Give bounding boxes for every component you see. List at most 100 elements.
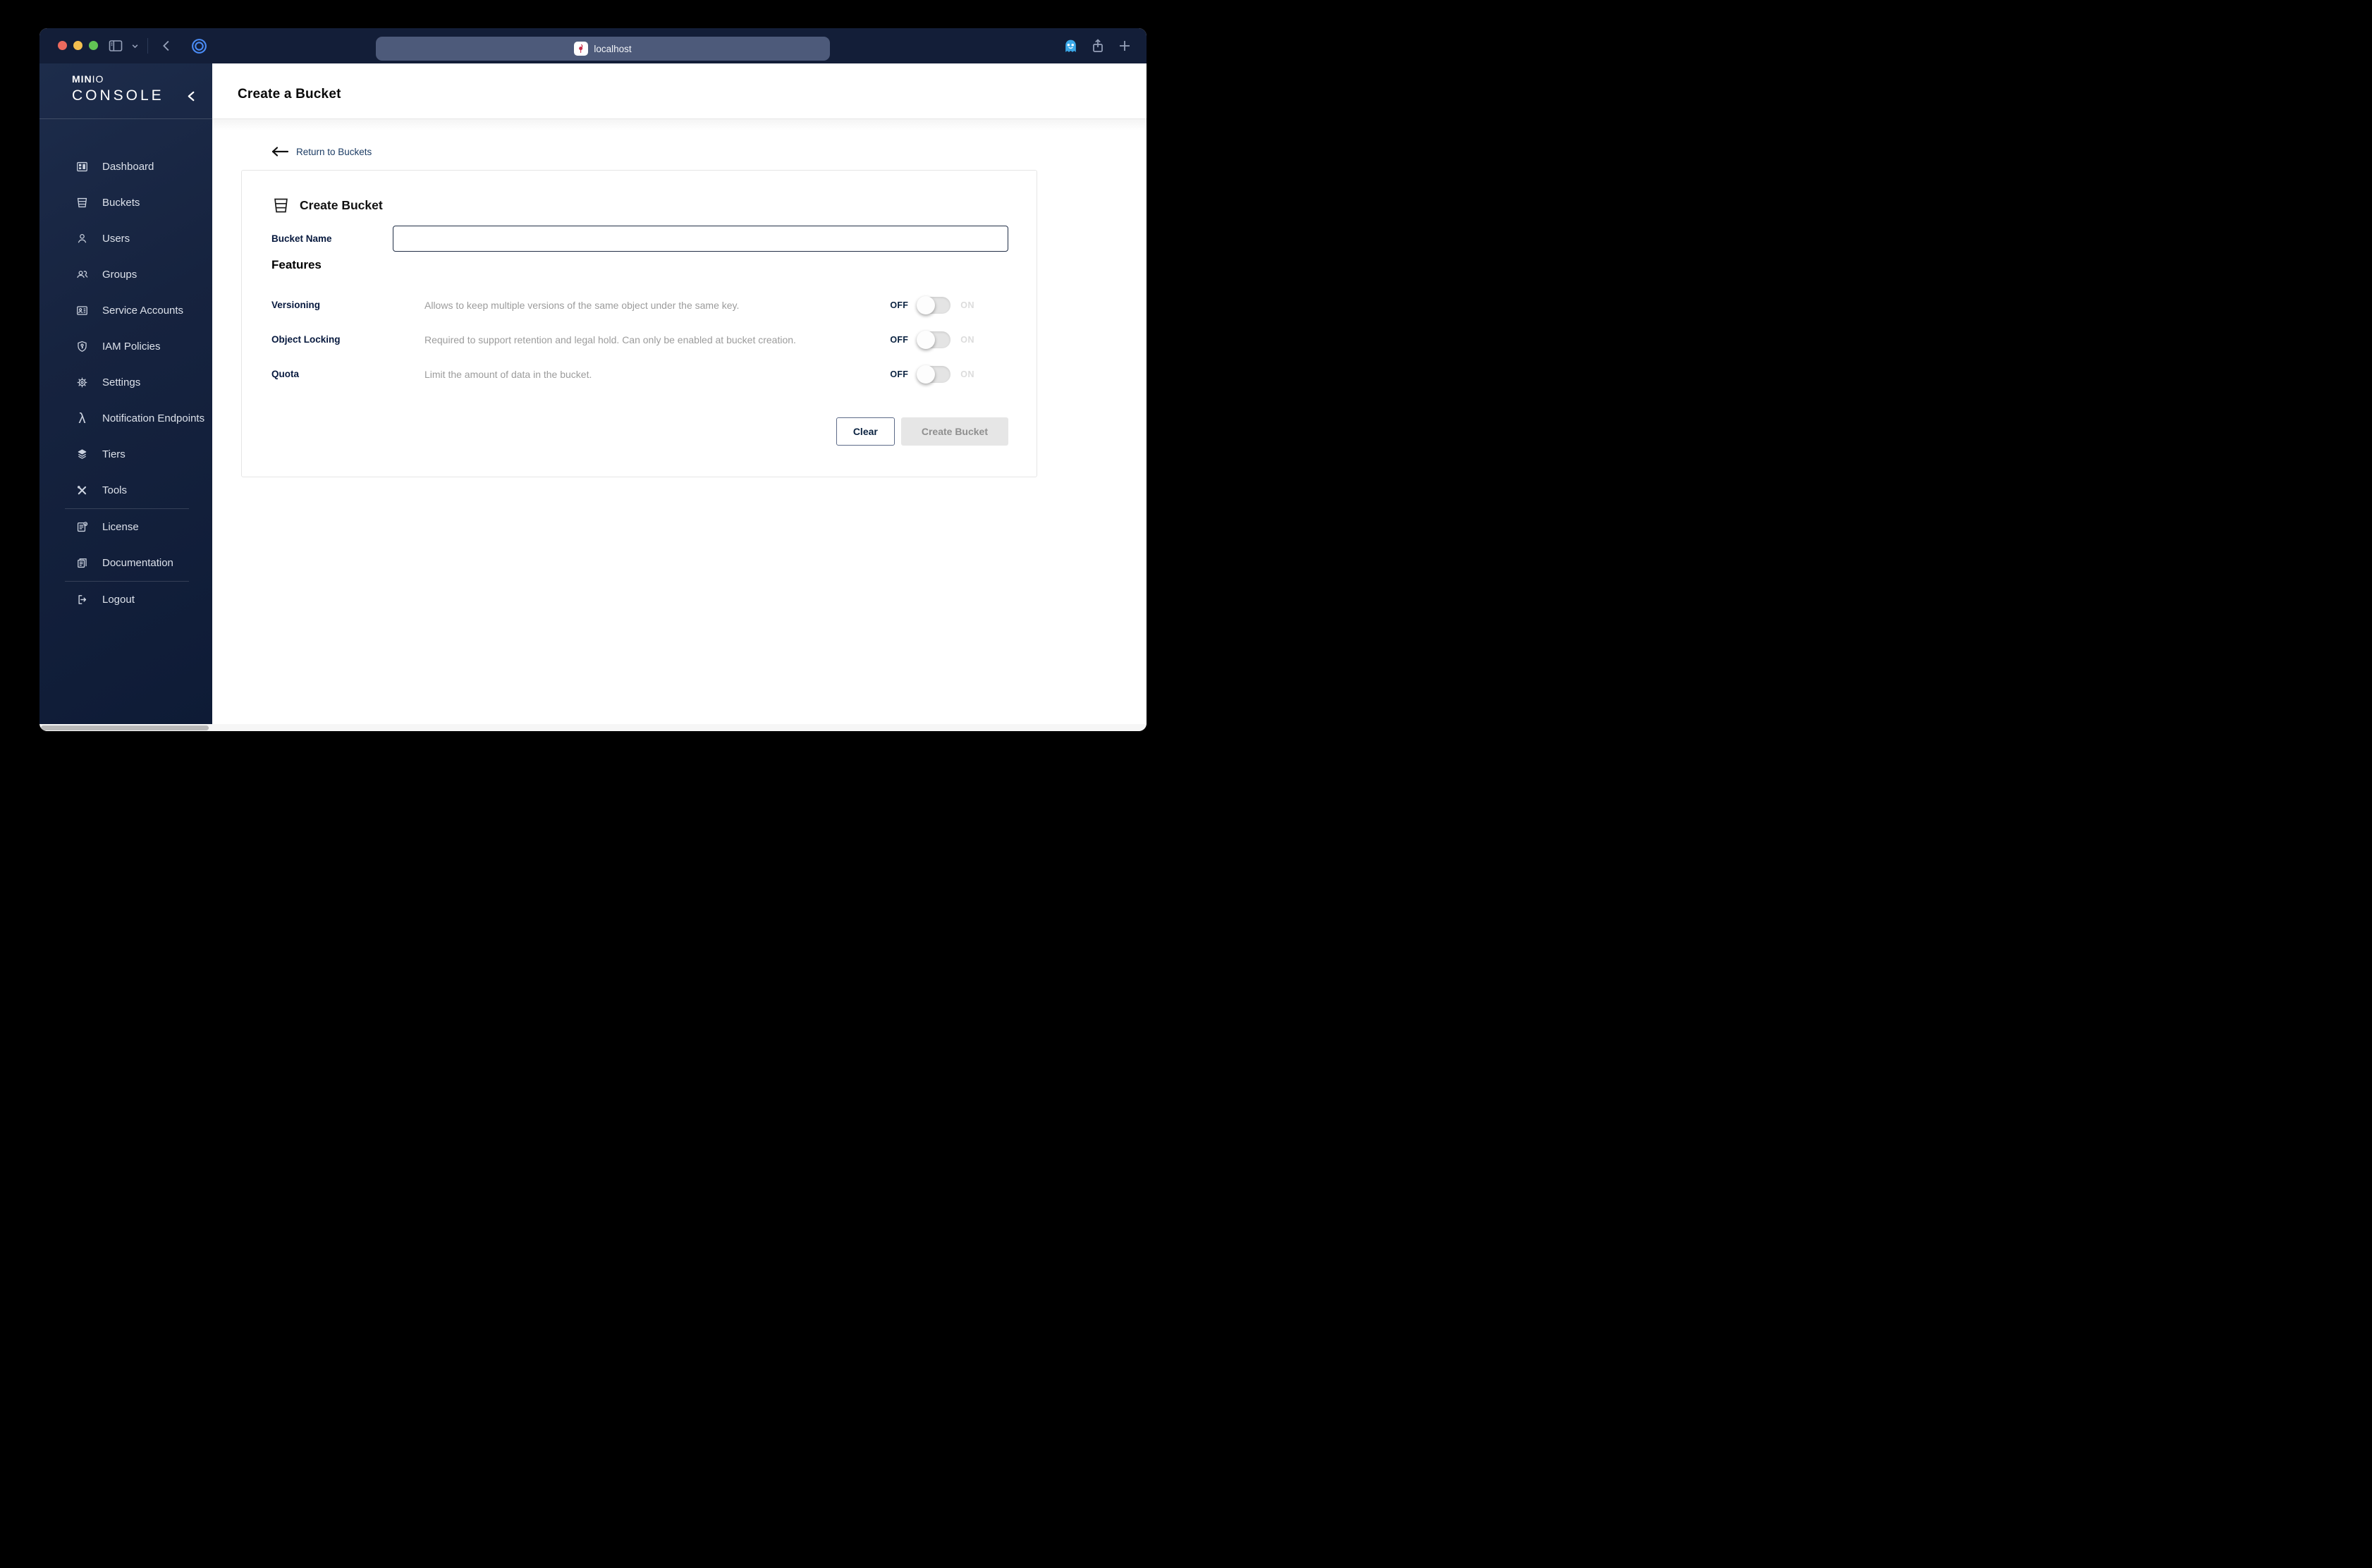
feature-description: Required to support retention and legal … <box>424 333 796 345</box>
dashboard-icon <box>75 160 89 173</box>
layers-icon <box>75 448 89 461</box>
toggle-on-label: ON <box>960 369 974 379</box>
address-text: localhost <box>594 43 632 54</box>
header-shadow <box>212 119 1147 130</box>
desktop-background: localhost MINIO CONSOLE Dashboard Bucket… <box>0 0 1186 784</box>
sidebar-item-label: Users <box>102 233 130 245</box>
sidebar-item-label: Dashboard <box>102 161 154 173</box>
license-icon <box>75 520 89 534</box>
sidebar: MINIO CONSOLE Dashboard Buckets Users Gr… <box>39 63 212 724</box>
feature-description: Allows to keep multiple versions of the … <box>424 299 740 311</box>
sidebar-item-label: Settings <box>102 376 141 388</box>
object-locking-toggle-switch[interactable] <box>917 330 951 349</box>
tab-overview-chevron-icon[interactable] <box>130 41 140 51</box>
main-area: Create a Bucket Return to Buckets Create <box>212 63 1147 724</box>
sidebar-item-users[interactable]: Users <box>39 221 212 257</box>
user-icon <box>75 232 89 245</box>
bucket-name-row: Bucket Name <box>271 226 1008 252</box>
quota-toggle-switch[interactable] <box>917 365 951 384</box>
sidebar-item-label: Tools <box>102 484 128 496</box>
sidebar-item-notification-endpoints[interactable]: λ Notification Endpoints <box>39 400 212 436</box>
page-header: Create a Bucket <box>212 63 1147 119</box>
feature-label: Versioning <box>271 300 321 310</box>
sidebar-item-logout[interactable]: Logout <box>39 582 212 618</box>
bucket-icon <box>75 196 89 209</box>
features-heading: Features <box>271 258 322 271</box>
toggle-knob <box>917 365 936 384</box>
window-controls <box>58 41 98 50</box>
bucket-name-input[interactable] <box>393 226 1008 252</box>
sidebar-item-label: IAM Policies <box>102 341 161 353</box>
minimize-window-button[interactable] <box>73 41 82 50</box>
sidebar-item-tools[interactable]: Tools <box>39 472 212 508</box>
card-title: Create Bucket <box>300 198 383 212</box>
share-icon[interactable] <box>1090 38 1106 54</box>
shield-key-icon <box>75 340 89 353</box>
site-favicon-minio <box>574 42 589 56</box>
toggle-knob <box>917 295 936 314</box>
sidebar-collapse-icon[interactable] <box>186 90 197 106</box>
sidebar-item-license[interactable]: License <box>39 509 212 545</box>
feature-row-object-locking: Object Locking Required to support reten… <box>271 322 1008 357</box>
sidebar-item-documentation[interactable]: Documentation <box>39 545 212 581</box>
object-locking-toggle: OFF ON <box>890 330 974 349</box>
sidebar-item-label: Buckets <box>102 197 140 209</box>
logo-brand-light: IO <box>92 73 104 85</box>
toggle-off-label: OFF <box>890 369 909 379</box>
sidebar-item-buckets[interactable]: Buckets <box>39 185 212 221</box>
group-icon <box>75 268 89 281</box>
gear-icon <box>75 376 89 389</box>
sidebar-item-service-accounts[interactable]: Service Accounts <box>39 293 212 329</box>
sidebar-item-label: Notification Endpoints <box>102 412 205 424</box>
create-bucket-card: Create Bucket Bucket Name Features Versi… <box>241 170 1037 477</box>
feature-label: Quota <box>271 369 299 379</box>
logo-brand-bold: MIN <box>72 73 92 85</box>
new-tab-icon[interactable] <box>1117 38 1132 54</box>
toolbar-divider <box>147 38 148 54</box>
return-to-buckets-link[interactable]: Return to Buckets <box>271 146 372 157</box>
sidebar-item-dashboard[interactable]: Dashboard <box>39 149 212 185</box>
clear-button[interactable]: Clear <box>836 417 895 446</box>
sidebar-item-label: License <box>102 521 139 533</box>
back-link-label: Return to Buckets <box>296 146 372 157</box>
sidebar-item-label: Documentation <box>102 557 173 569</box>
tools-icon <box>75 484 89 497</box>
back-arrow-icon <box>271 147 289 157</box>
sidebar-item-label: Tiers <box>102 448 126 460</box>
page-title: Create a Bucket <box>238 87 341 102</box>
sidebar-item-tiers[interactable]: Tiers <box>39 436 212 472</box>
onepassword-extension-icon[interactable] <box>190 37 208 55</box>
service-account-icon <box>75 304 89 317</box>
toggle-off-label: OFF <box>890 334 909 345</box>
create-bucket-button[interactable]: Create Bucket <box>900 417 1008 446</box>
bucket-name-label: Bucket Name <box>271 233 332 244</box>
ghostery-extension-icon[interactable] <box>1063 38 1079 54</box>
feature-description: Limit the amount of data in the bucket. <box>424 368 592 380</box>
horizontal-scrollbar-track <box>39 724 1147 731</box>
feature-row-quota: Quota Limit the amount of data in the bu… <box>271 357 1008 391</box>
sidebar-item-groups[interactable]: Groups <box>39 257 212 293</box>
logout-icon <box>75 593 89 606</box>
close-window-button[interactable] <box>58 41 67 50</box>
feature-label: Object Locking <box>271 334 341 345</box>
browser-titlebar: localhost <box>39 28 1147 63</box>
quota-toggle: OFF ON <box>890 365 974 384</box>
app-logo: MINIO CONSOLE <box>39 63 212 119</box>
sidebar-item-iam-policies[interactable]: IAM Policies <box>39 329 212 365</box>
zoom-window-button[interactable] <box>89 41 98 50</box>
toggle-off-label: OFF <box>890 300 909 310</box>
sidebar-menu: Dashboard Buckets Users Groups Service A… <box>39 119 212 508</box>
horizontal-scrollbar-thumb[interactable] <box>41 725 209 730</box>
feature-row-versioning: Versioning Allows to keep multiple versi… <box>271 288 1008 322</box>
back-button[interactable] <box>159 38 175 54</box>
sidebar-item-label: Service Accounts <box>102 305 184 317</box>
versioning-toggle: OFF ON <box>890 295 974 314</box>
sidebar-toggle-icon[interactable] <box>107 37 124 54</box>
browser-window: localhost MINIO CONSOLE Dashboard Bucket… <box>39 28 1147 731</box>
sidebar-item-settings[interactable]: Settings <box>39 365 212 400</box>
toggle-on-label: ON <box>960 300 974 310</box>
toggle-knob <box>917 330 936 349</box>
versioning-toggle-switch[interactable] <box>917 295 951 314</box>
address-bar[interactable]: localhost <box>376 37 830 61</box>
sidebar-item-label: Groups <box>102 269 137 281</box>
